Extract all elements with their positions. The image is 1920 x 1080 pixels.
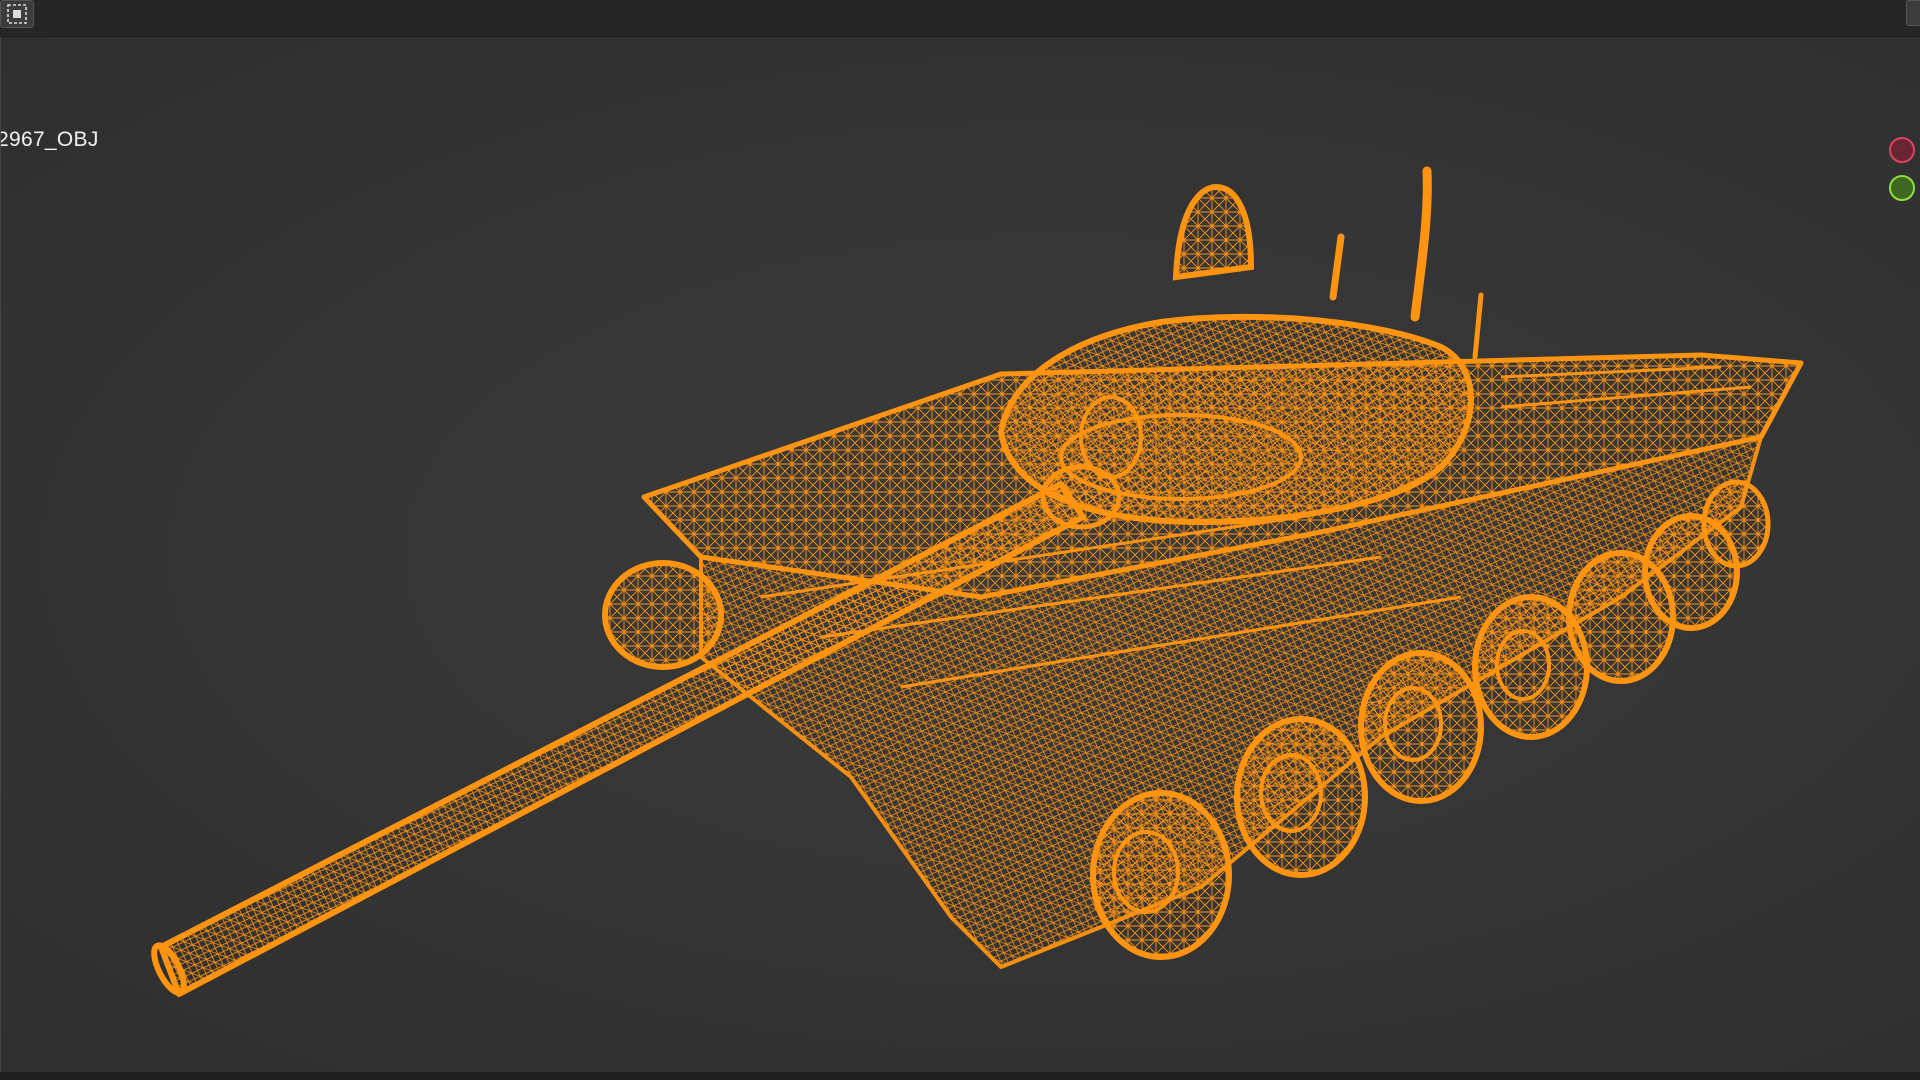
tank-wireframe-model[interactable] — [1, 37, 1920, 1072]
viewport-options-button[interactable] — [1906, 0, 1920, 26]
app-window: 2967_OBJ — [0, 0, 1920, 1080]
selection-tool-button[interactable] — [0, 0, 34, 28]
rear-drive — [1701, 479, 1771, 569]
selection-box-icon — [7, 4, 27, 24]
3d-viewport[interactable]: 2967_OBJ — [0, 37, 1920, 1072]
top-toolbar — [0, 0, 1920, 37]
status-bar — [0, 1072, 1920, 1080]
